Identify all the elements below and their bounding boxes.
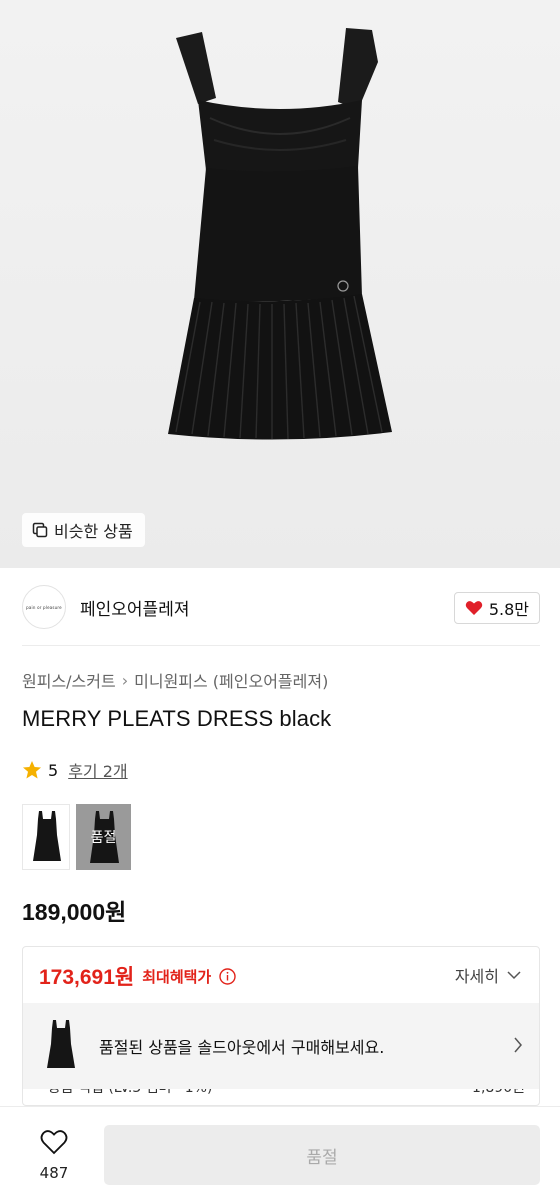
rating-score: 5	[48, 760, 59, 780]
benefit-box: 173,691원 최대혜택가 자세히 · 등급 적립 (LV.3 멤버 · 1%…	[22, 946, 540, 1106]
similar-products-label: 비슷한 상품	[54, 522, 133, 541]
chevron-right-icon: ›	[121, 670, 129, 690]
dress-illustration	[0, 0, 560, 568]
benefit-label: 최대혜택가	[142, 967, 212, 986]
wishlist-count: 487	[39, 1164, 69, 1182]
brand-logo[interactable]: pain or pleasure	[22, 585, 66, 629]
product-price: 189,000원	[22, 899, 127, 925]
swatch-soldout-label: 품절	[90, 830, 117, 846]
benefit-detail-button[interactable]: 자세히	[455, 963, 521, 987]
breadcrumb-subcategory[interactable]: 미니원피스 (페인오어플레져)	[134, 668, 328, 692]
swatch-option[interactable]	[22, 804, 70, 870]
banner-thumbnail	[39, 1018, 83, 1074]
dress-thumbnail	[47, 1020, 75, 1068]
rating-row: 5 후기 2개	[22, 758, 128, 782]
color-swatches: 품절	[22, 804, 131, 870]
heart-icon	[465, 601, 483, 615]
breadcrumb-category[interactable]: 원피스/스커트	[22, 668, 116, 692]
buy-button[interactable]: 품절	[104, 1125, 540, 1185]
breadcrumb: 원피스/스커트 › 미니원피스 (페인오어플레져)	[22, 668, 328, 692]
wishlist-button[interactable]: 487	[22, 1123, 86, 1182]
chevron-right-icon	[514, 1037, 522, 1053]
brand-name[interactable]: 페인오어플레져	[80, 595, 189, 620]
divider	[22, 645, 540, 646]
soldout-banner[interactable]: 품절된 상품을 솔드아웃에서 구매해보세요.	[23, 1003, 539, 1089]
bottom-action-bar: 487 품절	[0, 1106, 560, 1200]
brand-like-count: 5.8만	[488, 600, 529, 619]
product-title: MERRY PLEATS DRESS black	[22, 706, 332, 731]
brand-like-button[interactable]: 5.8만	[453, 592, 540, 624]
brand-row: pain or pleasure 페인오어플레져 5.8만	[22, 584, 540, 630]
similar-products-button[interactable]: 비슷한 상품	[22, 513, 145, 547]
chevron-down-icon	[507, 971, 521, 980]
star-icon	[23, 761, 41, 779]
benefit-price: 173,691원	[39, 966, 135, 989]
benefit-header: 173,691원 최대혜택가	[39, 961, 236, 991]
info-icon[interactable]	[219, 967, 236, 985]
product-hero-image[interactable]: 비슷한 상품	[0, 0, 560, 568]
copy-icon	[32, 522, 48, 538]
brand-logo-text: pain or pleasure	[26, 604, 62, 610]
swatch-option-selected[interactable]: 품절	[76, 804, 131, 870]
heart-outline-icon	[40, 1130, 68, 1155]
dress-thumbnail	[33, 811, 61, 861]
benefit-detail-label: 자세히	[454, 967, 499, 986]
review-link[interactable]: 후기 2개	[68, 758, 127, 782]
soldout-banner-text: 품절된 상품을 솔드아웃에서 구매해보세요.	[99, 1038, 385, 1057]
